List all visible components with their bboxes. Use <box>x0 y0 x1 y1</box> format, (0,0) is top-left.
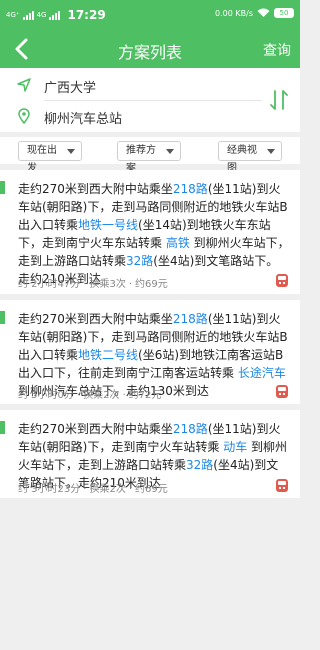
rail-icon <box>276 385 288 398</box>
line-name-link[interactable]: 长途汽车 <box>238 366 286 380</box>
line-name-link[interactable]: 地铁一号线 <box>78 218 138 232</box>
plan-meta: 约 5小时0分 · 换乘2次 · 约72元 <box>18 386 161 401</box>
departure-time-dropdown[interactable]: 现在出发 <box>18 141 82 174</box>
destination-text: 柳州汽车总站 <box>44 112 123 127</box>
filter-bar: 现在出发 推荐方案 经典视图 <box>0 137 300 174</box>
query-button[interactable]: 查询 <box>263 40 291 60</box>
line-name-link[interactable]: 高铁 <box>166 236 190 250</box>
separator: · <box>128 279 133 290</box>
plan-price: 约72元 <box>128 390 162 401</box>
plan-duration: 约 5小时0分 <box>18 390 74 401</box>
signal-bars-icon-2 <box>49 10 61 20</box>
rail-icon <box>276 479 288 492</box>
plan-transfers: 换乘2次 <box>83 390 120 401</box>
separator: · <box>128 484 133 495</box>
plan-meta: 约 2小时47分 · 换乘3次 · 约69元 <box>18 275 168 290</box>
plan-price: 约69元 <box>135 279 168 290</box>
plan-card[interactable]: 走约270米到西大附中站乘坐218路(坐11站)到火车站(朝阳路)下，走到南宁火… <box>0 410 300 498</box>
line-name-link[interactable]: 218路 <box>173 312 208 326</box>
view-mode-dropdown[interactable]: 经典视图 <box>218 141 282 174</box>
nav-bar: 方案列表 查询 <box>0 30 300 68</box>
line-name-link[interactable]: 32路 <box>126 254 153 268</box>
battery-icon: 50 <box>274 8 294 18</box>
plan-transfers: 换乘3次 <box>89 279 126 290</box>
origin-row[interactable]: 广西大学 <box>0 70 260 100</box>
card-accent <box>0 311 5 324</box>
plan-duration: 约 2小时47分 <box>18 279 81 290</box>
chevron-down-icon <box>67 149 75 154</box>
separator: · <box>83 279 87 290</box>
status-bar: 4G⁺ 4G 17:29 0.00 KB/s 50 <box>0 0 300 30</box>
signal-label-1: 4G⁺ <box>6 11 20 19</box>
plan-meta: 约 3小时23分 · 换乘2次 · 约69元 <box>18 480 168 495</box>
line-name-link[interactable]: 32路 <box>186 458 213 472</box>
separator: · <box>122 390 126 401</box>
navigation-arrow-icon <box>17 78 31 92</box>
wifi-icon <box>257 8 270 17</box>
card-accent <box>0 421 5 434</box>
line-name-link[interactable]: 218路 <box>173 422 208 436</box>
plan-duration: 约 3小时23分 <box>18 484 81 495</box>
plan-card[interactable]: 走约270米到西大附中站乘坐218路(坐11站)到火车站(朝阳路)下，走到马路同… <box>0 300 300 404</box>
location-pin-icon <box>18 108 30 124</box>
swap-icon[interactable] <box>268 88 290 112</box>
route-input-box: 广西大学 柳州汽车总站 <box>0 68 300 132</box>
plan-description: 走约270米到西大附中站乘坐218路(坐11站)到火车站(朝阳路)下，走到马路同… <box>18 180 290 288</box>
line-name-link[interactable]: 动车 <box>223 440 247 454</box>
origin-text: 广西大学 <box>44 81 97 96</box>
signal-bars-icon <box>22 10 34 20</box>
destination-row[interactable]: 柳州汽车总站 <box>0 101 260 131</box>
plan-card[interactable]: 走约270米到西大附中站乘坐218路(坐11站)到火车站(朝阳路)下，走到马路同… <box>0 170 300 294</box>
plan-type-dropdown[interactable]: 推荐方案 <box>117 141 181 174</box>
chevron-down-icon <box>166 149 174 154</box>
plan-text-segment: 走约270米到西大附中站乘坐 <box>18 312 173 326</box>
line-name-link[interactable]: 218路 <box>173 182 208 196</box>
line-name-link[interactable]: 地铁二号线 <box>78 348 138 362</box>
signal-label-2: 4G <box>36 11 47 19</box>
network-speed: 0.00 KB/s <box>215 8 253 18</box>
plan-text-segment: 走约270米到西大附中站乘坐 <box>18 182 173 196</box>
separator: · <box>76 390 81 401</box>
plan-price: 约69元 <box>135 484 168 495</box>
plan-transfers: 换乘2次 <box>89 484 126 495</box>
page-title: 方案列表 <box>117 43 182 62</box>
rail-icon <box>276 274 288 287</box>
card-accent <box>0 181 5 194</box>
plan-text-segment: 走约270米到西大附中站乘坐 <box>18 422 173 436</box>
clock: 17:29 <box>67 8 106 22</box>
chevron-down-icon <box>267 149 275 154</box>
separator: · <box>83 484 87 495</box>
